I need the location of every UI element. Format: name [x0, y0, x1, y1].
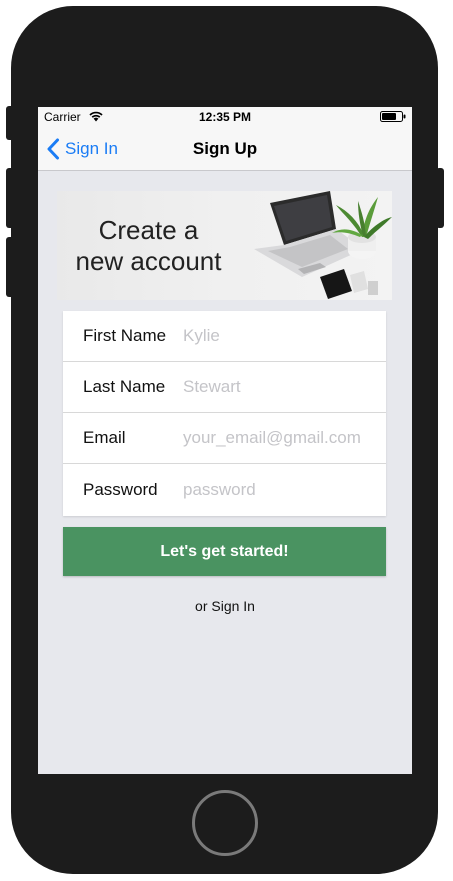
navigation-bar: Sign In Sign Up [38, 127, 412, 171]
last-name-field[interactable] [183, 377, 378, 397]
status-bar: Carrier 12:35 PM [38, 107, 412, 127]
page-title: Sign Up [192, 139, 258, 158]
app-screen: Carrier 12:35 PM Sign In Sign Up Create … [38, 107, 412, 774]
home-button[interactable] [192, 790, 258, 856]
get-started-button[interactable]: Let's get started! [63, 527, 386, 576]
email-row: Email [63, 413, 386, 464]
first-name-label: First Name [83, 326, 167, 345]
banner-title: Create a new account [75, 215, 222, 276]
hero-banner: Create a new account [57, 191, 392, 300]
last-name-row: Last Name [63, 362, 386, 413]
password-row: Password [63, 464, 386, 515]
battery-icon [380, 111, 406, 122]
first-name-field[interactable] [183, 326, 378, 346]
password-field[interactable] [183, 479, 378, 500]
first-name-row: First Name [63, 311, 386, 362]
sign-in-link[interactable]: or Sign In [38, 598, 412, 614]
laptop-plant-illustration [254, 191, 392, 299]
last-name-label: Last Name [83, 377, 166, 396]
signup-form: First Name Last Name Email Password [63, 311, 386, 516]
status-time: 12:35 PM [198, 110, 252, 124]
email-label: Email [83, 428, 126, 447]
email-field[interactable] [183, 428, 378, 448]
password-label: Password [83, 479, 158, 499]
